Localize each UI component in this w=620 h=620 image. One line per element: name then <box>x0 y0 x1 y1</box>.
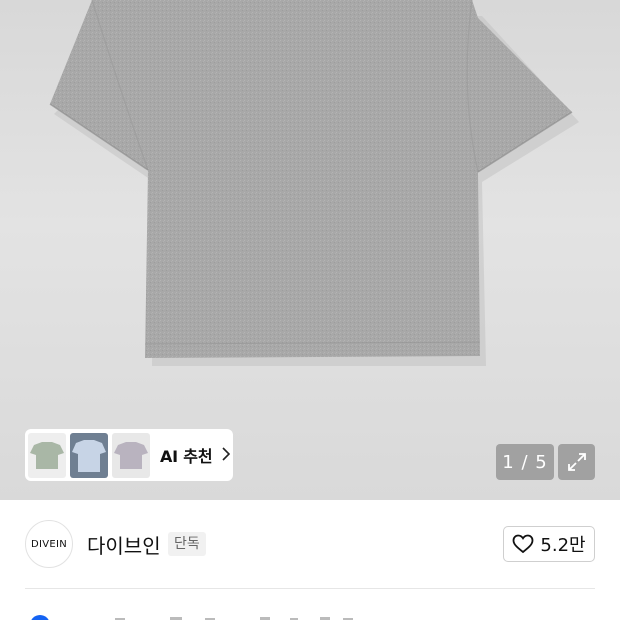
brand-row: DIVEIN 다이브인 단독 5.2만 <box>0 500 620 588</box>
ai-recommend-thumbnail[interactable] <box>28 432 66 478</box>
like-button[interactable]: 5.2만 <box>503 526 595 562</box>
expand-icon <box>567 453 586 471</box>
ai-recommend-label: AI 추천 <box>160 447 213 466</box>
expand-image-button[interactable] <box>558 444 595 480</box>
section-divider <box>25 588 595 589</box>
brand-name-link[interactable]: 다이브인 <box>87 530 161 559</box>
ai-recommend-thumbnail[interactable] <box>70 432 108 478</box>
ai-recommend-chip[interactable]: AI 추천 <box>25 429 233 481</box>
ai-recommend-thumbnail[interactable] <box>112 432 150 478</box>
product-image-tshirt <box>49 0 579 366</box>
image-pager-text: 1 / 5 <box>502 451 548 473</box>
chevron-right-icon <box>222 446 231 465</box>
exclusive-badge: 단독 <box>168 532 206 556</box>
brand-logo[interactable]: DIVEIN <box>25 520 73 568</box>
brand-logo-text: DIVEIN <box>30 538 68 550</box>
truncated-text-line <box>115 617 353 620</box>
image-pager-indicator: 1 / 5 <box>496 444 554 480</box>
product-detail-page: AI 추천 1 / 5 DIVEIN 다이브인 단독 5.2만 <box>0 0 620 620</box>
product-image-gallery[interactable]: AI 추천 1 / 5 <box>0 0 620 500</box>
heart-icon <box>513 534 534 554</box>
like-count: 5.2만 <box>540 535 586 556</box>
info-badge-icon <box>30 615 50 620</box>
